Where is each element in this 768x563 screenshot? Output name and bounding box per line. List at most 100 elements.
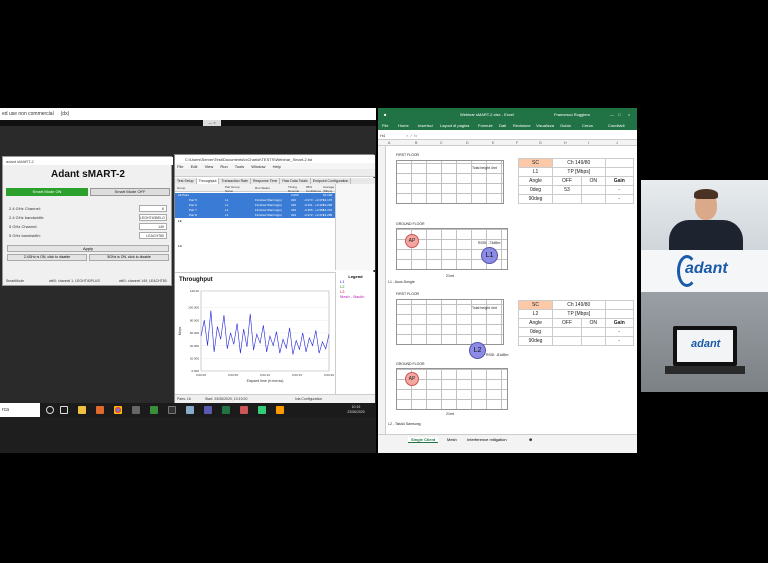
office-icon[interactable] [96,406,104,414]
ribbon-layout[interactable]: Layout di pagina [440,123,469,128]
legend-item-mesh[interactable]: Mesh - Backh [336,294,375,299]
ribbon-file[interactable]: File [382,123,388,128]
sheet-tab-interference[interactable]: Interference mitigation [464,437,510,442]
channel-24-select[interactable]: 6 [139,205,167,212]
ribbon-view[interactable]: Visualizza [536,123,554,128]
file-explorer-icon[interactable] [78,406,86,414]
taskbar-search[interactable]: rca [0,403,40,417]
cell-on[interactable]: ON [581,318,606,328]
ribbon-formulas[interactable]: Formule [478,123,493,128]
cell-gain-0[interactable]: - [604,327,635,337]
cell-tp[interactable]: TP [Mbps] [552,167,606,177]
cell-angle[interactable]: Angle [517,176,554,186]
cell-client[interactable]: L1 [517,167,554,177]
cell-empty[interactable] [604,158,635,168]
cell-off-0[interactable]: 53 [552,185,583,195]
cell-angle-0[interactable]: 0deg [517,327,554,337]
col-j[interactable]: J [616,141,618,145]
teams-icon[interactable] [204,406,212,414]
col-i[interactable]: I [588,141,589,145]
cell-gain-90[interactable]: - [604,194,635,204]
group-row-l3[interactable]: L3 [175,244,335,249]
ribbon-insert[interactable]: Inserisci [418,123,433,128]
cell-empty[interactable] [604,167,635,177]
ribbon-share[interactable]: Condividi [608,123,624,128]
terminal-icon[interactable] [168,406,176,414]
cell-angle-90[interactable]: 90deg [517,194,554,204]
cell-empty[interactable] [604,300,635,310]
col-c[interactable]: C [440,141,443,145]
formula-buttons[interactable]: × ✓ fx [406,133,417,138]
results-table-l2[interactable]: SC Ch 149/80 L2 TP [Mbps] Angle OFF ON Gain 0… [517,300,635,346]
bandwidth-24-select[interactable]: LEGHT40BELO [139,214,167,221]
apply-button[interactable]: Apply [7,245,169,252]
sheet-tab-single-client[interactable]: Single Client [408,437,439,443]
task-view-icon[interactable] [60,406,68,414]
cell-on-90[interactable] [581,194,606,204]
cell-off-90[interactable] [552,336,583,346]
cell-off[interactable]: OFF [552,318,583,328]
cell-gain[interactable]: Gain [604,176,635,186]
cell-on-0[interactable] [581,185,606,195]
cell-gain-0[interactable]: - [604,185,635,195]
name-box[interactable]: H4 [380,133,385,138]
cortana-icon[interactable] [46,406,54,414]
cell-angle-90[interactable]: 90deg [517,336,554,346]
col-f[interactable]: F [516,141,518,145]
cell-sc[interactable]: SC [517,300,554,310]
autosave-icon[interactable]: ■ [384,112,386,117]
cell-on-0[interactable] [581,327,606,337]
cell-on[interactable]: ON [581,176,606,186]
cell-client[interactable]: L2 [517,309,554,319]
cell-angle[interactable]: Angle [517,318,554,328]
close-icon[interactable]: × [628,112,630,117]
cell-channel[interactable]: Ch 149/80 [552,300,606,310]
col-h[interactable]: H [564,141,567,145]
ribbon-home[interactable]: Home [398,123,409,128]
cell-on-90[interactable] [581,336,606,346]
table-row[interactable]: Pair 8 L1 Finished Warning(s) 324 -0.372… [175,213,335,218]
smart-mode-off-button[interactable]: Smart Mode OFF [90,188,170,196]
disable-24ghz-button[interactable]: 2.4GHz is ON, click to disable [7,254,87,261]
bandwidth-5-select[interactable]: LEACHT80 [139,232,167,239]
cell-off-0[interactable] [552,327,583,337]
maximize-icon[interactable]: □ [618,112,620,117]
cell-empty[interactable] [604,309,635,319]
smart-mode-on-button[interactable]: Smart Mode ON [6,188,88,196]
sheet-tab-mesh[interactable]: Mesh [444,437,460,442]
add-sheet-icon[interactable]: ⊕ [526,437,535,442]
col-d[interactable]: D [466,141,469,145]
sheets-icon[interactable] [150,406,158,414]
excel-icon[interactable] [222,406,230,414]
app-green-icon[interactable] [258,406,266,414]
y-tick-label: 100.000 [188,306,199,310]
results-table-l1[interactable]: SC Ch 149/80 L1 TP [Mbps] Angle OFF ON Gain 0… [517,158,635,204]
taskbar-clock[interactable]: 10:19 23/06/2020 [336,405,376,415]
cell-gain-90[interactable]: - [604,336,635,346]
worksheet[interactable]: FIRST FLOOR Total height 4mt GROUND FLOO… [386,146,637,434]
cell-sc[interactable]: SC [517,158,554,168]
ribbon-data[interactable]: Dati [499,123,506,128]
ribbon-review[interactable]: Revisione [513,123,531,128]
network-icon[interactable] [186,406,194,414]
ribbon-help[interactable]: Guida [560,123,571,128]
col-b[interactable]: B [415,141,417,145]
cell-off[interactable]: OFF [552,176,583,186]
cell-angle-0[interactable]: 0deg [517,185,554,195]
channel-5-select[interactable]: 149 [139,223,167,230]
pdf-icon[interactable] [240,406,248,414]
cell-gain[interactable]: Gain [604,318,635,328]
app-orange-icon[interactable] [276,406,284,414]
chrome-icon[interactable] [114,406,122,414]
col-g[interactable]: G [539,141,542,145]
group-row-l2[interactable]: L2 [175,219,335,224]
cell-off-90[interactable] [552,194,583,204]
ribbon-search[interactable]: Cerca [582,123,593,128]
disable-5ghz-button[interactable]: 5GHz is ON, click to disable [89,254,169,261]
minimize-icon[interactable]: — [610,112,614,117]
app-icon[interactable] [132,406,140,414]
cell-tp[interactable]: TP [Mbps] [552,309,606,319]
cell-channel[interactable]: Ch 149/80 [552,158,606,168]
col-a[interactable]: A [388,141,390,145]
col-e[interactable]: E [492,141,494,145]
